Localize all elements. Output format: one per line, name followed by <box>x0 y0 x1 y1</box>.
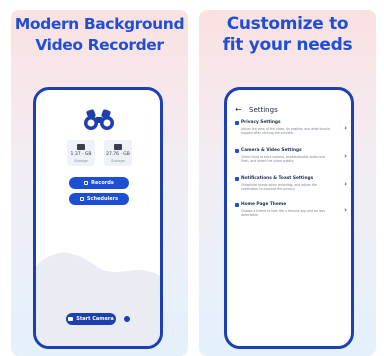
settings-item-description: Choose a theme to look like a famous app… <box>241 209 325 218</box>
settings-item-title: Home Page Theme <box>241 202 287 207</box>
phone-frame-home: 1.37 · GB Storage 27.76 · GB Storage Rec… <box>33 87 163 349</box>
schedulers-button[interactable]: Schedulers <box>69 193 129 205</box>
chevron-right-icon: › <box>344 152 347 160</box>
settings-item-camera-video[interactable]: Camera & Video Settings Select front or … <box>235 148 347 174</box>
storage-icon <box>77 144 85 150</box>
settings-item-description: Select front or back camera, enable/disa… <box>241 155 325 164</box>
free-storage-stat: 27.76 · GB Storage <box>104 140 132 166</box>
settings-item-title: Notifications & Toast Settings <box>241 176 314 181</box>
wave-background <box>36 252 160 346</box>
free-storage-value: 27.76 · GB <box>106 152 130 157</box>
headline-line-2: fit your needs <box>222 35 353 55</box>
chevron-right-icon: › <box>344 180 347 188</box>
camera-icon <box>68 316 74 321</box>
records-icon <box>84 180 89 185</box>
promo-headline: Modern Background Video Recorder <box>11 14 188 56</box>
start-camera-label: Start Camera <box>76 316 114 322</box>
chevron-right-icon: › <box>344 124 347 132</box>
headline-line-1: Customize to <box>226 14 349 34</box>
promo-headline: Customize to fit your needs <box>199 14 376 56</box>
storage-stat: 1.37 · GB Storage <box>67 140 95 166</box>
back-arrow-icon[interactable]: ← <box>235 105 242 115</box>
schedule-icon <box>79 196 84 201</box>
settings-item-notifications[interactable]: Notifications & Toast Settings Show/hide… <box>235 176 347 202</box>
schedulers-label: Schedulers <box>86 196 119 202</box>
headline-line-2: Video Recorder <box>35 36 164 54</box>
settings-item-title: Camera & Video Settings <box>241 148 302 153</box>
binoculars-icon <box>84 109 114 130</box>
promo-panel-recorder: Modern Background Video Recorder 1.37 · … <box>11 10 188 356</box>
settings-item-description: Show/hide toasts when recording, and adj… <box>241 183 317 192</box>
promo-panel-settings: Customize to fit your needs ← Settings P… <box>199 10 376 356</box>
bell-icon <box>235 177 239 181</box>
free-storage-label: Storage <box>111 159 125 163</box>
settings-item-description: Adjust the view of the video, its positi… <box>241 127 330 136</box>
settings-item-title: Privacy Settings <box>241 120 281 125</box>
phone-frame-settings: ← Settings Privacy Settings Adjust the v… <box>224 87 354 349</box>
settings-title: Settings <box>249 106 278 114</box>
records-button[interactable]: Records <box>69 177 129 189</box>
disk-icon <box>114 144 122 150</box>
settings-item-theme[interactable]: Home Page Theme Choose a theme to look l… <box>235 202 347 228</box>
records-label: Records <box>91 180 114 186</box>
headline-line-1: Modern Background <box>14 15 185 33</box>
gear-icon[interactable] <box>124 316 130 322</box>
camera-icon <box>235 149 239 153</box>
settings-item-privacy[interactable]: Privacy Settings Adjust the view of the … <box>235 120 347 146</box>
start-camera-button[interactable]: Start Camera <box>66 313 116 325</box>
storage-value: 1.37 · GB <box>70 152 92 157</box>
lock-icon <box>235 121 239 125</box>
chevron-right-icon: › <box>344 206 347 214</box>
storage-label: Storage <box>74 159 88 163</box>
home-icon <box>235 203 239 207</box>
